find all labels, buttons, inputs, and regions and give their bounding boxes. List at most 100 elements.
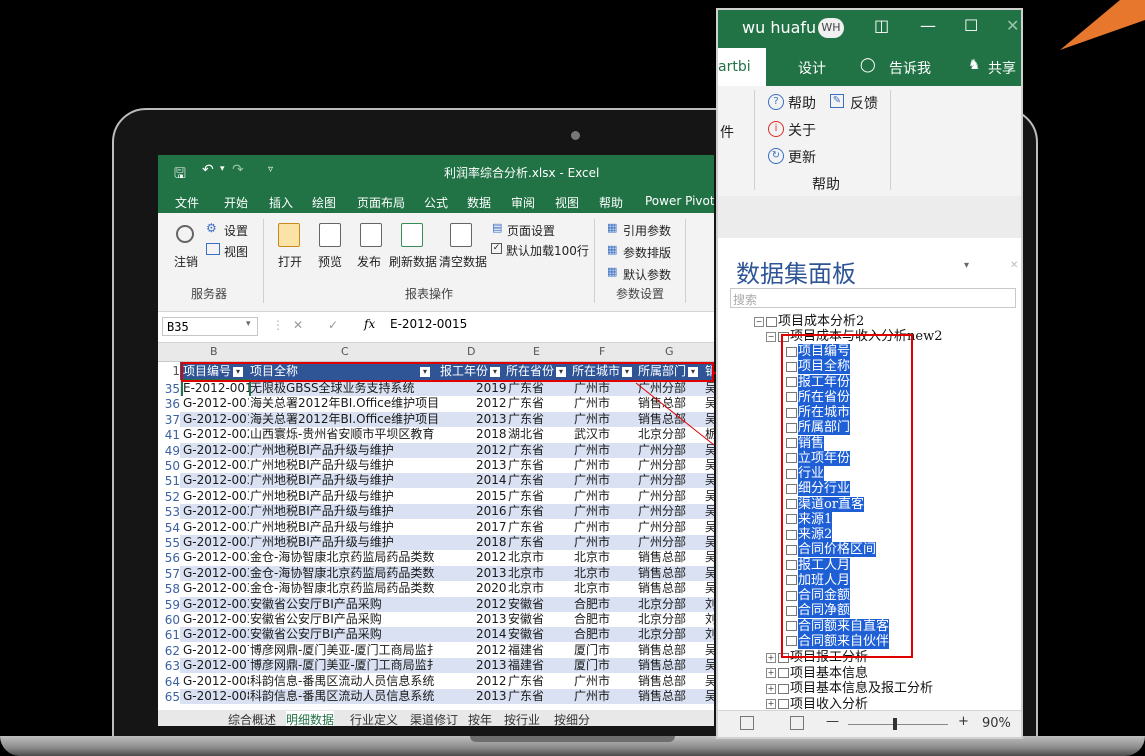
preview-button[interactable]: 预览 [318, 253, 342, 270]
panel-close-icon[interactable]: ✕ [1010, 260, 1018, 271]
cell-department[interactable]: 广州分部 [638, 504, 704, 519]
row-number[interactable]: 51 [158, 474, 180, 488]
zoom-in-icon[interactable]: + [958, 714, 969, 729]
cell-department[interactable]: 销售总部 [638, 581, 704, 596]
cell-sales[interactable]: 吴 [705, 674, 714, 689]
cell-project-id[interactable]: G-2012-0035 [183, 520, 249, 535]
cell-province[interactable]: 广东省 [508, 396, 572, 411]
insert-function-icon[interactable]: fx [364, 317, 375, 331]
cell-city[interactable]: 广州市 [574, 473, 638, 488]
cell-sales[interactable]: 吴 [705, 504, 714, 519]
cell-city[interactable]: 武汉市 [574, 427, 638, 442]
row-number[interactable]: 54 [158, 521, 180, 535]
cell-project-name[interactable]: 安徽省公安厅BI产品采购 [250, 612, 438, 627]
column-letter-g[interactable]: G [665, 345, 674, 358]
panel-options-icon[interactable]: ▾ [964, 260, 969, 271]
cell-department[interactable]: 销售总部 [638, 658, 704, 673]
row-number[interactable]: 57 [158, 567, 180, 581]
cell-project-id[interactable]: G-2012-0015 [183, 412, 249, 427]
collapse-icon[interactable]: − [754, 316, 764, 327]
cell-report-year[interactable]: 2013 [476, 658, 506, 673]
cell-sales[interactable]: 刘 [705, 627, 714, 642]
clear-data-button[interactable]: 清空数据 [439, 253, 487, 270]
undo-icon[interactable]: ↶ [202, 162, 214, 178]
about-button[interactable]: 关于 [788, 120, 816, 140]
menu-help[interactable]: 帮助 [599, 194, 623, 211]
feedback-button[interactable]: 反馈 [850, 93, 878, 113]
cell-project-id[interactable]: G-2012-0035 [183, 535, 249, 550]
cell-province[interactable]: 广东省 [508, 674, 572, 689]
menu-review[interactable]: 审阅 [511, 194, 535, 211]
cell-sales[interactable]: 吴 [705, 473, 714, 488]
cell-project-id[interactable]: G-2012-0036 [183, 581, 249, 596]
collapse-icon[interactable]: − [766, 331, 776, 342]
cell-report-year[interactable]: 2013 [476, 689, 506, 704]
cell-sales[interactable]: 吴 [705, 381, 714, 396]
cell-project-name[interactable]: 安徽省公安厅BI产品采购 [250, 597, 438, 612]
tab-design[interactable]: 设计 [798, 58, 826, 78]
maximize-icon[interactable]: ☐ [964, 16, 978, 35]
cell-report-year[interactable]: 2012 [476, 643, 506, 658]
param-layout-button[interactable]: 参数排版 [623, 244, 671, 261]
cell-project-name[interactable]: 山西寰烁-贵州省安顺市平坝区教育 [250, 427, 438, 442]
settings-button[interactable]: 设置 [224, 222, 248, 239]
expand-icon[interactable]: + [766, 683, 776, 694]
cell-project-id[interactable]: G-2012-0038 [183, 627, 249, 642]
cell-project-id[interactable]: G-2012-0076 [183, 658, 249, 673]
cell-department[interactable]: 销售总部 [638, 412, 704, 427]
cell-project-id[interactable]: G-2012-0035 [183, 504, 249, 519]
cell-sales[interactable]: 吴 [705, 489, 714, 504]
cell-sales[interactable]: 吴 [705, 458, 714, 473]
cell-department[interactable]: 北京分部 [638, 427, 704, 442]
cell-province[interactable]: 广东省 [508, 535, 572, 550]
row-number[interactable]: 41 [158, 428, 180, 442]
cell-report-year[interactable]: 2012 [476, 674, 506, 689]
row-number[interactable]: 50 [158, 459, 180, 473]
tab-smartbi[interactable]: artbi [718, 48, 766, 86]
sheet-tab[interactable]: 明细数据 [286, 711, 335, 726]
cell-report-year[interactable]: 2018 [476, 535, 506, 550]
cell-department[interactable]: 销售总部 [638, 550, 704, 565]
cell-province[interactable]: 广东省 [508, 504, 572, 519]
cell-report-year[interactable]: 2014 [476, 627, 506, 642]
row-number[interactable]: 63 [158, 659, 180, 673]
avatar[interactable]: WH [818, 18, 844, 38]
tree-dataset[interactable]: + 项目基本信息 [766, 666, 868, 681]
row-number[interactable]: 56 [158, 551, 180, 565]
cell-province[interactable]: 安徽省 [508, 597, 572, 612]
tree-dataset[interactable]: + 项目基本信息及报工分析 [766, 681, 933, 696]
cell-city[interactable]: 北京市 [574, 566, 638, 581]
cell-city[interactable]: 广州市 [574, 674, 638, 689]
cell-project-name[interactable]: 金仓-海协智康北京药监局药品类数 [250, 581, 438, 596]
close-icon[interactable]: ✕ [1006, 16, 1019, 35]
cancel-icon[interactable]: ✕ [293, 318, 303, 332]
cell-project-name[interactable]: 广州地税BI产品升级与维护 [250, 443, 438, 458]
cell-project-name[interactable]: 海关总署2012年BI.Office维护项目 [250, 396, 438, 411]
cell-report-year[interactable]: 2020 [476, 581, 506, 596]
cell-project-id[interactable]: G-2012-0035 [183, 489, 249, 504]
sheet-tab[interactable]: 按细分 [554, 711, 590, 726]
column-letter-c[interactable]: C [341, 345, 349, 358]
row-number[interactable]: 59 [158, 598, 180, 612]
column-letter-f[interactable]: F [599, 345, 605, 358]
sheet-tab[interactable]: 行业定义 [350, 711, 398, 726]
cell-report-year[interactable]: 2013 [476, 412, 506, 427]
cell-project-name[interactable]: 博彦网鼎-厦门美亚-厦门工商局监扌 [250, 643, 438, 658]
cell-sales[interactable]: 刘 [705, 597, 714, 612]
cell-project-id[interactable]: G-2012-0038 [183, 612, 249, 627]
row-number[interactable]: 55 [158, 536, 180, 550]
cell-department[interactable]: 广州分部 [638, 535, 704, 550]
cell-city[interactable]: 厦门市 [574, 643, 638, 658]
cell-project-id[interactable]: G-2012-0035 [183, 458, 249, 473]
cell-province[interactable]: 广东省 [508, 412, 572, 427]
cell-report-year[interactable]: 2014 [476, 473, 506, 488]
cell-province[interactable]: 福建省 [508, 643, 572, 658]
publish-button[interactable]: 发布 [357, 253, 381, 270]
cell-city[interactable]: 北京市 [574, 581, 638, 596]
cell-project-id[interactable]: G-2012-0038 [183, 597, 249, 612]
row-number[interactable]: 61 [158, 628, 180, 642]
row-number[interactable]: 65 [158, 690, 180, 704]
cell-department[interactable]: 广州分部 [638, 381, 704, 396]
row-number[interactable]: 58 [158, 582, 180, 596]
name-box[interactable]: B35 [162, 317, 258, 336]
